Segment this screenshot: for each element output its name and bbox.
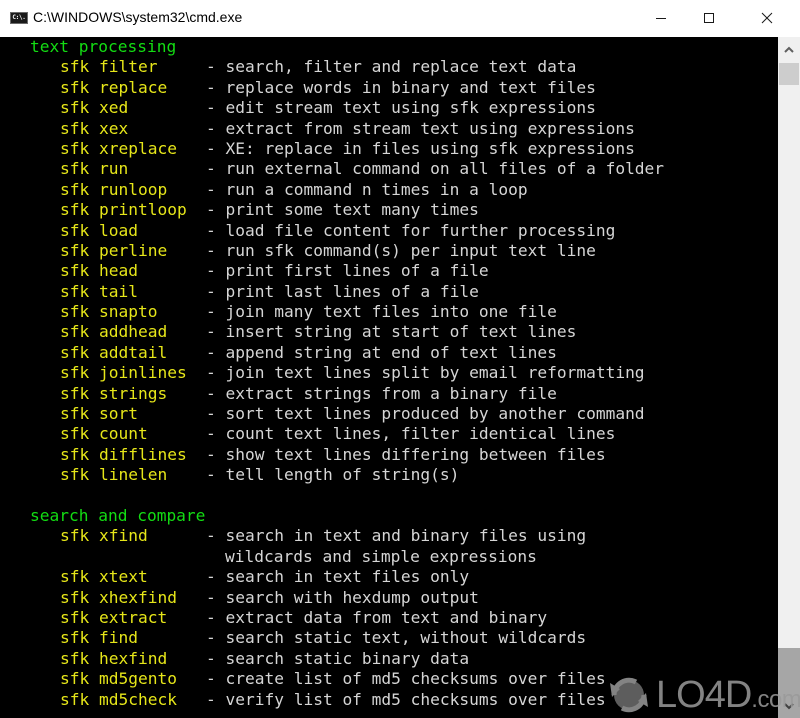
command-description: - XE: replace in files using sfk express…	[206, 138, 635, 158]
command-name: sfk strings	[60, 383, 168, 403]
command-description: - print some text many times	[206, 200, 479, 220]
command-description: - print first lines of a file	[206, 261, 489, 281]
watermark-brand: LO4D	[656, 673, 752, 716]
command-description: - search, filter and replace text data	[206, 57, 577, 77]
command-name: sfk run	[60, 159, 129, 179]
command-name: sfk linelen	[60, 465, 168, 485]
title-bar[interactable]: C:\. C:\WINDOWS\system32\cmd.exe	[0, 0, 800, 37]
command-description: - create list of md5 checksums over file…	[206, 669, 606, 689]
command-description: - extract strings from a binary file	[206, 383, 557, 403]
command-description: - join many text files into one file	[206, 302, 557, 322]
command-name: sfk count	[60, 424, 148, 444]
command-description: - search with hexdump output	[206, 587, 479, 607]
maximize-button[interactable]	[686, 0, 732, 36]
lo4d-watermark: LO4D.com	[606, 672, 800, 718]
command-name: sfk perline	[60, 240, 168, 260]
command-description: - print last lines of a file	[206, 281, 479, 301]
lo4d-logo-icon	[610, 677, 648, 713]
command-description: - replace words in binary and text files	[206, 77, 596, 97]
close-icon	[761, 12, 773, 24]
command-name: sfk joinlines	[60, 363, 187, 383]
command-description: - load file content for further processi…	[206, 220, 616, 240]
command-name: sfk sort	[60, 404, 138, 424]
command-name: sfk snapto	[60, 302, 158, 322]
maximize-icon	[704, 13, 714, 23]
command-name: sfk xreplace	[60, 138, 177, 158]
command-name: sfk xhexfind	[60, 587, 177, 607]
command-description: - extract from stream text using express…	[206, 118, 635, 138]
command-name: sfk xex	[60, 118, 129, 138]
command-name: sfk head	[60, 261, 138, 281]
command-description: - join text lines split by email reforma…	[206, 363, 645, 383]
command-name: sfk runloop	[60, 179, 168, 199]
command-description: - edit stream text using sfk expressions	[206, 98, 596, 118]
vertical-scrollbar[interactable]	[778, 37, 800, 718]
command-name: sfk md5check	[60, 689, 177, 709]
command-description: - insert string at start of text lines	[206, 322, 577, 342]
command-name: sfk printloop	[60, 200, 187, 220]
command-description: - append string at end of text lines	[206, 342, 557, 362]
command-name: sfk xfind	[60, 526, 148, 546]
command-name: sfk find	[60, 628, 138, 648]
command-name: sfk extract	[60, 607, 168, 627]
command-name: sfk xtext	[60, 567, 148, 587]
command-description: - run external command on all files of a…	[206, 159, 665, 179]
command-name: sfk md5gento	[60, 669, 177, 689]
command-name: sfk hexfind	[60, 648, 168, 668]
command-name: sfk replace	[60, 77, 168, 97]
command-description: - search static text, without wildcards	[206, 628, 587, 648]
command-name: sfk difflines	[60, 444, 187, 464]
command-name: sfk tail	[60, 281, 138, 301]
command-description: - tell length of string(s)	[206, 465, 460, 485]
command-description: - sort text lines produced by another co…	[206, 404, 645, 424]
command-description: - search static binary data	[206, 648, 470, 668]
command-description: - count text lines, filter identical lin…	[206, 424, 616, 444]
console-app-icon[interactable]: C:\.	[10, 12, 28, 24]
watermark-suffix: .com	[751, 685, 800, 713]
command-description: - search in text files only	[206, 567, 470, 587]
command-description: - run sfk command(s) per input text line	[206, 240, 596, 260]
command-description-continued: wildcards and simple expressions	[225, 546, 537, 566]
window-title: C:\WINDOWS\system32\cmd.exe	[33, 9, 243, 25]
minimize-icon	[656, 18, 666, 19]
command-description: - extract data from text and binary	[206, 607, 548, 627]
scroll-thumb[interactable]	[779, 63, 799, 85]
command-description: - run a command n times in a loop	[206, 179, 528, 199]
chevron-up-icon	[784, 46, 794, 53]
command-name: sfk addtail	[60, 342, 168, 362]
section-header: search and compare	[30, 505, 206, 525]
cmd-window: C:\. C:\WINDOWS\system32\cmd.exe text pr…	[0, 0, 800, 718]
command-name: sfk load	[60, 220, 138, 240]
command-description: - search in text and binary files using	[206, 526, 587, 546]
close-button[interactable]	[744, 0, 790, 36]
command-name: sfk xed	[60, 98, 129, 118]
command-name: sfk filter	[60, 57, 158, 77]
section-header: text processing	[30, 37, 177, 56]
console-output[interactable]: text processing sfk filter - search, filte…	[0, 37, 778, 718]
watermark-text: LO4D.com	[656, 674, 800, 717]
command-name: sfk addhead	[60, 322, 168, 342]
scroll-up-button[interactable]	[778, 37, 800, 62]
minimize-button[interactable]	[638, 0, 684, 36]
command-description: - verify list of md5 checksums over file…	[206, 689, 606, 709]
command-description: - show text lines differing between file…	[206, 444, 606, 464]
